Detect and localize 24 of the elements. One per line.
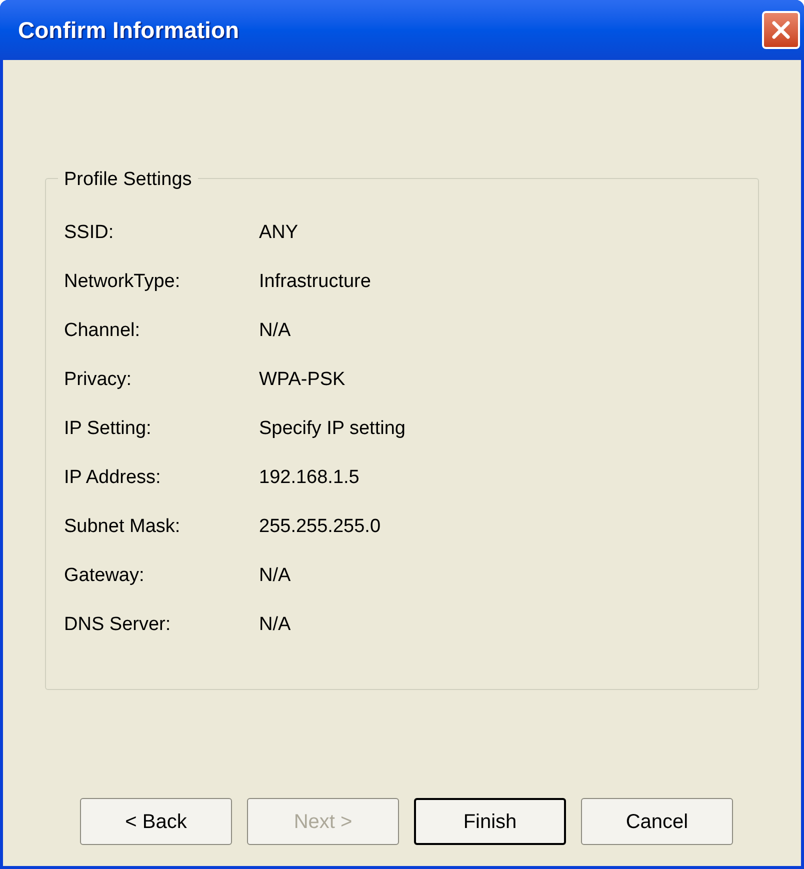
field-value: N/A — [259, 564, 291, 588]
close-button[interactable] — [762, 11, 800, 49]
field-value: Infrastructure — [259, 270, 371, 294]
field-value: 192.168.1.5 — [259, 466, 360, 490]
field-value: ANY — [259, 221, 298, 246]
field-value: N/A — [259, 613, 291, 638]
field-label: NetworkType: — [64, 270, 182, 294]
field-label: SSID: — [64, 221, 115, 246]
dialog-button[interactable]: < Back — [80, 798, 232, 845]
dialog-button[interactable]: Cancel — [581, 798, 733, 845]
field-value: 255.255.255.0 — [259, 515, 381, 540]
field-label: Gateway: — [64, 564, 146, 588]
field-label: DNS Server: — [64, 613, 172, 638]
field-value: WPA-PSK — [259, 368, 346, 392]
window-title: Confirm Information — [18, 16, 240, 45]
field-label: Subnet Mask: — [64, 515, 182, 540]
close-icon — [770, 19, 792, 41]
field-label: Channel: — [64, 319, 142, 344]
field-label: IP Address: — [64, 466, 162, 490]
dialog-button[interactable]: Finish — [414, 798, 566, 845]
field-value: N/A — [259, 319, 291, 344]
field-label: IP Setting: — [64, 417, 152, 442]
field-label: Privacy: — [64, 368, 133, 392]
field-value: Specify IP setting — [259, 417, 406, 442]
